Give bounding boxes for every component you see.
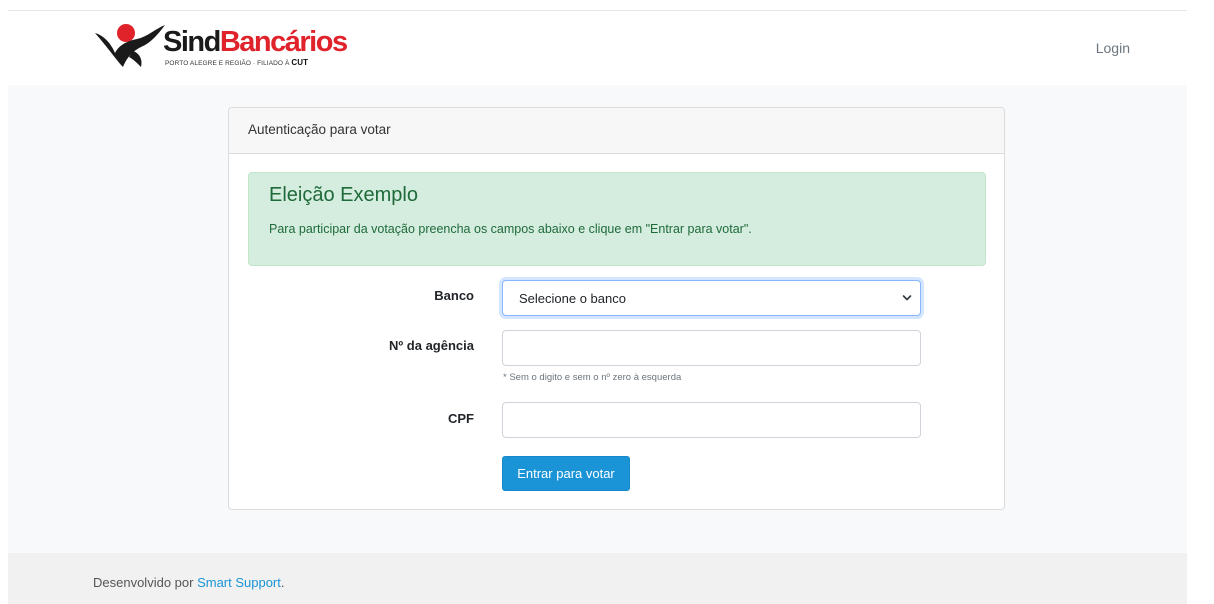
- bank-select-value: Selecione o banco: [519, 291, 626, 306]
- sindbancarios-logo[interactable]: SindBancários PORTO ALEGRE E REGIÃO · FI…: [93, 23, 348, 73]
- footer: Desenvolvido por Smart Support.: [8, 553, 1187, 604]
- election-title: Eleição Exemplo: [269, 184, 418, 206]
- cpf-label: CPF: [448, 411, 474, 426]
- logo-wordmark: SindBancários: [163, 26, 348, 58]
- agency-label: Nº da agência: [389, 338, 474, 353]
- bank-label: Banco: [434, 288, 474, 303]
- logo-subtitle-text: PORTO ALEGRE E REGIÃO · FILIADO À: [165, 60, 290, 67]
- vote-submit-button[interactable]: Entrar para votar: [502, 456, 630, 491]
- navbar: SindBancários PORTO ALEGRE E REGIÃO · FI…: [8, 11, 1187, 85]
- smart-support-link[interactable]: Smart Support: [197, 575, 281, 590]
- logo-cut-text: CUT: [291, 58, 309, 67]
- logo-sind-text: Sind: [163, 26, 221, 58]
- logo-bancarios-text: Bancários: [219, 26, 348, 58]
- logo-emblem-icon: [95, 24, 165, 67]
- auth-card: Autenticação para votar Eleição Exemplo …: [228, 107, 1005, 510]
- election-alert: Eleição Exemplo Para participar da votaç…: [248, 172, 986, 266]
- footer-text: Desenvolvido por: [93, 575, 198, 590]
- card-header-title: Autenticação para votar: [229, 108, 1004, 154]
- login-link[interactable]: Login: [1096, 40, 1130, 56]
- logo-subtitle: PORTO ALEGRE E REGIÃO · FILIADO À CUT: [165, 58, 308, 67]
- chevron-down-icon: [902, 295, 912, 301]
- cpf-input[interactable]: [502, 402, 921, 438]
- election-instructions: Para participar da votação preencha os c…: [269, 222, 752, 236]
- footer-credit: Desenvolvido por Smart Support.: [93, 575, 285, 590]
- agency-input[interactable]: [502, 330, 921, 366]
- bank-select[interactable]: Selecione o banco: [502, 280, 921, 316]
- agency-help-text: * Sem o digito e sem o nº zero à esquerd…: [503, 372, 682, 383]
- footer-suffix: .: [280, 575, 285, 590]
